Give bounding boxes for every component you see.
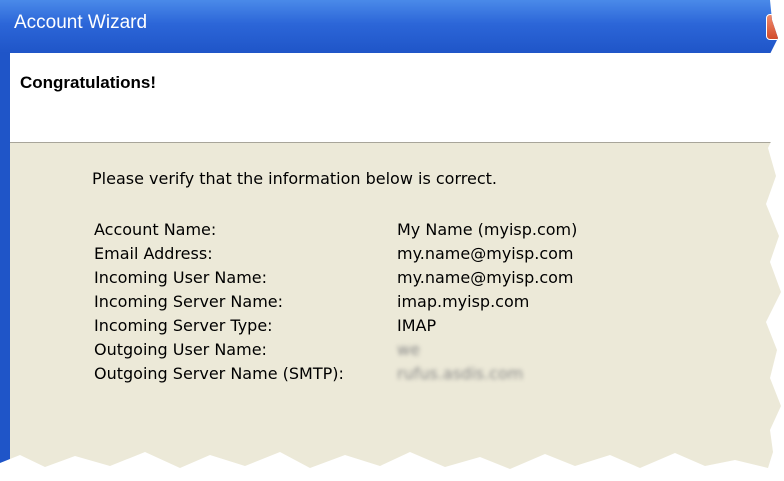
field-label: Account Name: [94, 220, 217, 239]
field-value: imap.myisp.com [397, 292, 530, 311]
info-row-account-name: Account Name: My Name (myisp.com) [10, 220, 710, 244]
window-left-frame [0, 53, 10, 469]
summary-panel: Please verify that the information below… [10, 143, 781, 469]
info-row-incoming-server-type: Incoming Server Type: IMAP [10, 316, 710, 340]
field-label: Outgoing Server Name (SMTP): [94, 364, 344, 383]
field-value: My Name (myisp.com) [397, 220, 578, 239]
info-row-email-address: Email Address: my.name@myisp.com [10, 244, 710, 268]
window-title: Account Wizard [14, 12, 148, 33]
info-row-outgoing-server-name: Outgoing Server Name (SMTP): rufus.asdis… [10, 364, 710, 388]
page-title: Congratulations! [20, 73, 156, 92]
wizard-header: Congratulations! [10, 53, 781, 143]
info-row-incoming-user-name: Incoming User Name: my.name@myisp.com [10, 268, 710, 292]
field-label: Incoming Server Type: [94, 316, 273, 335]
title-bar[interactable]: Account Wizard [0, 0, 781, 53]
info-row-outgoing-user-name: Outgoing User Name: we [10, 340, 710, 364]
field-value-redacted: rufus.asdis.com [397, 364, 524, 383]
field-value: IMAP [397, 316, 437, 335]
field-label: Incoming User Name: [94, 268, 268, 287]
field-label: Incoming Server Name: [94, 292, 284, 311]
field-label: Outgoing User Name: [94, 340, 267, 359]
field-label: Email Address: [94, 244, 213, 263]
field-value-redacted: we [397, 340, 420, 359]
info-row-incoming-server-name: Incoming Server Name: imap.myisp.com [10, 292, 710, 316]
field-value: my.name@myisp.com [397, 244, 574, 263]
account-wizard-window: Account Wizard Congratulations! Please v… [0, 0, 781, 469]
close-icon[interactable] [766, 14, 781, 40]
intro-text: Please verify that the information below… [92, 169, 497, 188]
field-value: my.name@myisp.com [397, 268, 574, 287]
